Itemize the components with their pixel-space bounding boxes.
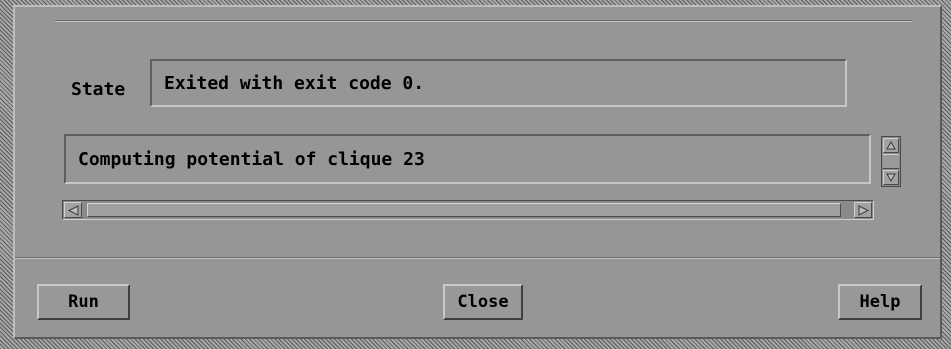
log-output-field: Computing potential of clique 23: [64, 134, 871, 184]
state-field: Exited with exit code 0.: [150, 59, 847, 107]
bottom-separator: [15, 257, 940, 259]
horizontal-scroll-thumb[interactable]: [87, 203, 841, 217]
vertical-scrollbar[interactable]: [881, 136, 901, 187]
arrow-down-icon: [886, 173, 896, 182]
state-label: State: [71, 79, 126, 100]
close-button[interactable]: Close: [443, 284, 523, 320]
arrow-left-icon: [67, 204, 78, 216]
arrow-up-icon: [886, 141, 896, 150]
scroll-right-button[interactable]: [854, 202, 872, 218]
scroll-left-button[interactable]: [64, 202, 82, 218]
horizontal-scrollbar[interactable]: [62, 200, 874, 220]
help-button[interactable]: Help: [838, 284, 922, 320]
top-separator: [55, 20, 912, 22]
dialog-panel: State Exited with exit code 0. Computing…: [13, 5, 942, 339]
scroll-up-button[interactable]: [883, 138, 899, 153]
dialog-window: State Exited with exit code 0. Computing…: [0, 0, 951, 349]
scroll-down-button[interactable]: [883, 170, 899, 185]
vertical-scroll-thumb[interactable]: [883, 154, 899, 169]
arrow-right-icon: [858, 204, 869, 216]
run-button[interactable]: Run: [37, 284, 130, 320]
